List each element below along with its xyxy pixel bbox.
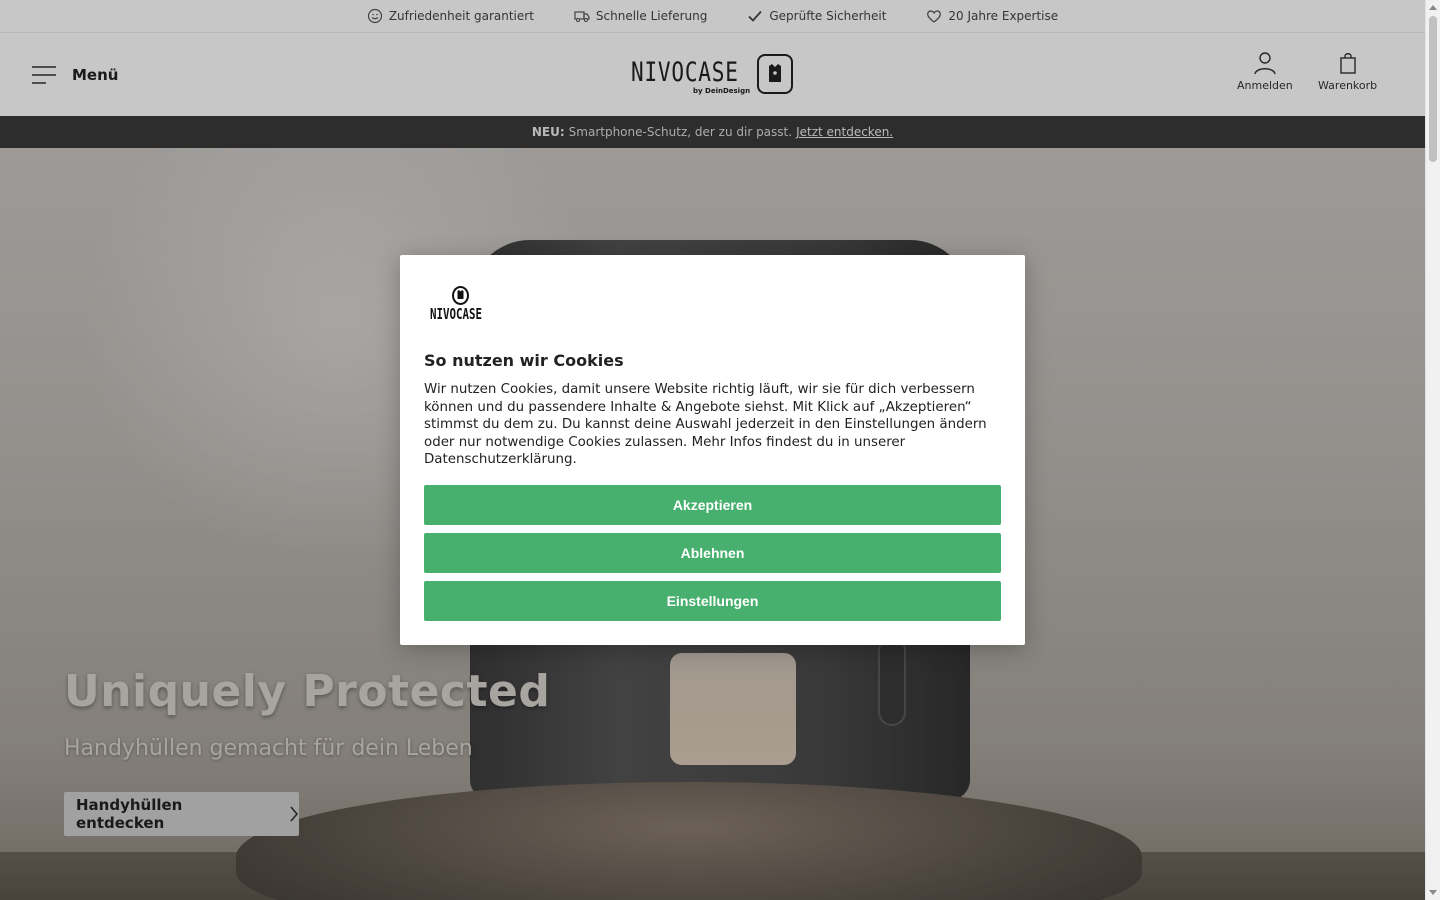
logo-badge-icon xyxy=(452,286,469,305)
cookie-dialog-logo: NIVOCASE xyxy=(428,283,494,325)
page-scrollbar[interactable] xyxy=(1425,0,1440,900)
scroll-thumb[interactable] xyxy=(1429,16,1437,162)
reject-cookies-button[interactable]: Ablehnen xyxy=(424,533,1001,573)
cookie-settings-button[interactable]: Einstellungen xyxy=(424,581,1001,621)
scroll-down-arrow[interactable] xyxy=(1429,890,1437,895)
cookie-dialog-title: So nutzen wir Cookies xyxy=(424,351,624,370)
scroll-up-arrow[interactable] xyxy=(1429,5,1437,10)
cookie-dialog-body: Wir nutzen Cookies, damit unsere Website… xyxy=(424,382,987,468)
accept-cookies-button[interactable]: Akzeptieren xyxy=(424,485,1001,525)
cookie-consent-dialog: NIVOCASE So nutzen wir Cookies Wir nutze… xyxy=(400,255,1025,645)
cookie-logo-text: NIVOCASE xyxy=(430,305,483,323)
